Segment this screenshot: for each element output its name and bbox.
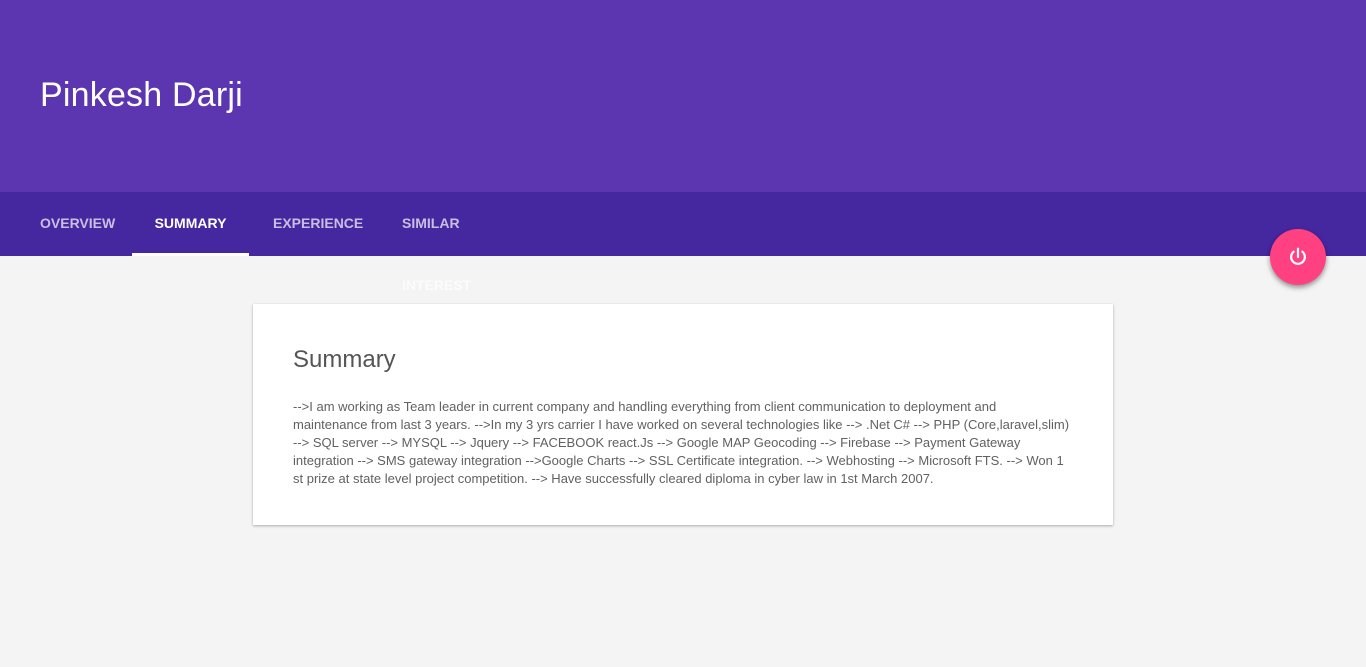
active-tab-indicator [132,253,249,256]
power-icon [1290,247,1306,265]
tab-bar: OVERVIEW SUMMARY EXPERIENCE SIMILAR INTE… [0,192,1366,293]
summary-card: Summary -->I am working as Team leader i… [253,304,1113,525]
tab-experience[interactable]: EXPERIENCE [273,192,363,256]
profile-name: Pinkesh Darji [40,76,243,114]
tab-label: EXPERIENCE [273,215,364,231]
summary-text: -->I am working as Team leader in curren… [293,399,1070,486]
logout-button[interactable] [1270,229,1326,285]
tab-label: SIMILAR INTEREST [402,215,472,293]
tab-label: SUMMARY [154,215,227,231]
tab-similar-interest[interactable]: SIMILAR INTEREST [402,192,526,293]
tab-summary[interactable]: SUMMARY [132,192,249,256]
summary-title: Summary [293,346,396,373]
profile-header: Pinkesh Darji [0,0,1366,192]
tab-overview[interactable]: OVERVIEW [40,192,115,256]
tab-label: OVERVIEW [40,215,116,231]
